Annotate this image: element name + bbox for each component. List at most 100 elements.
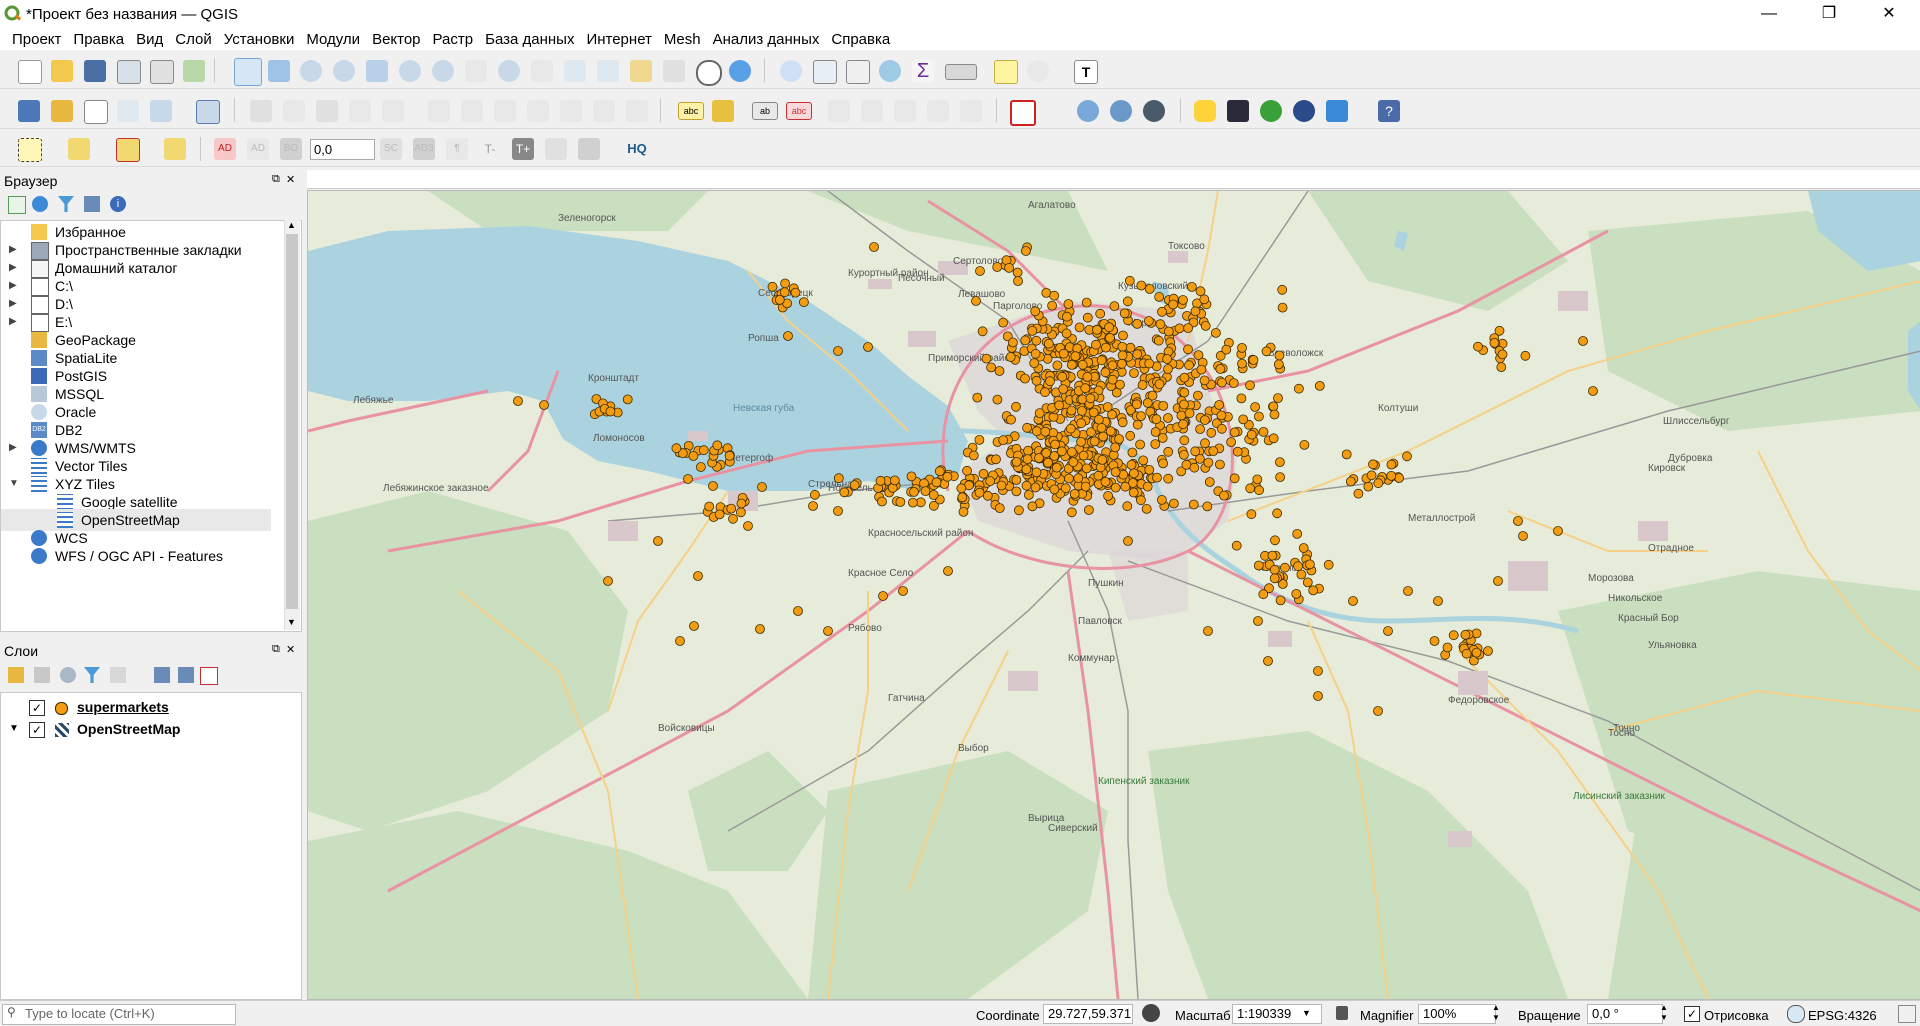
supermarket-point[interactable]	[1217, 423, 1227, 434]
supermarket-point[interactable]	[1089, 436, 1100, 447]
supermarket-point[interactable]	[1132, 318, 1143, 329]
supermarket-point[interactable]	[1006, 414, 1016, 425]
label-t-plus-button[interactable]: T+	[512, 138, 534, 160]
plugin-dark-icon[interactable]	[1227, 100, 1249, 122]
supermarket-point[interactable]	[975, 266, 985, 276]
supermarket-point[interactable]	[1305, 559, 1315, 570]
supermarket-point[interactable]	[1103, 490, 1113, 501]
supermarket-point[interactable]	[1144, 316, 1154, 326]
supermarket-point[interactable]	[1021, 246, 1031, 256]
supermarket-point[interactable]	[992, 262, 1003, 272]
label-t-minus-button[interactable]: T-	[479, 138, 501, 160]
supermarket-point[interactable]	[790, 287, 801, 298]
plugin-earth-icon[interactable]	[1293, 100, 1315, 122]
layer-diagram-icon[interactable]: ab	[752, 102, 778, 120]
supermarket-point[interactable]	[1081, 297, 1092, 308]
supermarket-point[interactable]	[1097, 454, 1108, 465]
extents-toggle-icon[interactable]	[1142, 1004, 1160, 1022]
annotation-icon[interactable]	[1027, 60, 1049, 82]
supermarket-point[interactable]	[675, 636, 685, 646]
supermarket-point[interactable]	[1084, 505, 1094, 515]
data-source-manager-icon[interactable]	[18, 100, 40, 122]
supermarket-point[interactable]	[1187, 282, 1197, 292]
supermarket-point[interactable]	[1125, 430, 1136, 441]
supermarket-point[interactable]	[1217, 377, 1227, 388]
supermarket-point[interactable]	[1061, 328, 1072, 339]
supermarket-point[interactable]	[1116, 358, 1127, 369]
supermarket-point[interactable]	[1263, 656, 1273, 666]
filter-legend-icon[interactable]	[84, 667, 100, 683]
supermarket-point[interactable]	[1189, 462, 1200, 473]
supermarket-point[interactable]	[1373, 706, 1383, 716]
supermarket-point[interactable]	[1138, 455, 1149, 466]
supermarket-point[interactable]	[1258, 426, 1269, 437]
supermarket-point[interactable]	[1029, 358, 1040, 369]
supermarket-point[interactable]	[1433, 596, 1443, 606]
layout-manager-icon[interactable]	[150, 60, 174, 84]
supermarket-point[interactable]	[1208, 446, 1219, 457]
supermarket-point[interactable]	[957, 492, 968, 503]
expand-all-icon[interactable]	[154, 667, 170, 683]
supermarket-point[interactable]	[1578, 336, 1588, 346]
supermarket-point[interactable]	[1013, 276, 1023, 286]
supermarket-point[interactable]	[704, 501, 715, 512]
magnifier-field[interactable]: 100%	[1418, 1004, 1496, 1024]
supermarket-point[interactable]	[1076, 436, 1086, 447]
supermarket-point[interactable]	[1150, 439, 1161, 450]
supermarket-point[interactable]	[1513, 516, 1523, 526]
supermarket-point[interactable]	[1117, 417, 1128, 428]
supermarket-point[interactable]	[1273, 393, 1283, 404]
menu-layer[interactable]: Слой	[169, 28, 217, 48]
supermarket-point[interactable]	[982, 490, 993, 501]
layer-row-openstreetmap[interactable]: ▼ ✓ OpenStreetMap	[1, 719, 299, 741]
supermarket-point[interactable]	[823, 626, 833, 636]
supermarket-point[interactable]	[1068, 457, 1079, 468]
new-3d-map-view-icon[interactable]	[597, 60, 619, 82]
supermarket-point[interactable]	[1252, 474, 1263, 485]
vertex-tool-icon[interactable]	[382, 100, 404, 122]
supermarket-point[interactable]	[1124, 275, 1135, 286]
cut-features-icon[interactable]	[494, 100, 516, 122]
menu-database[interactable]: База данных	[479, 28, 580, 48]
supermarket-point[interactable]	[934, 466, 945, 477]
supermarket-point[interactable]	[1178, 419, 1188, 430]
supermarket-point[interactable]	[1011, 401, 1021, 412]
supermarket-point[interactable]	[1493, 576, 1503, 586]
supermarket-point[interactable]	[1011, 486, 1022, 497]
supermarket-point[interactable]	[1096, 422, 1107, 433]
add-group-icon[interactable]	[34, 667, 50, 683]
crs-globe-icon[interactable]	[1787, 1005, 1805, 1023]
supermarket-point[interactable]	[849, 480, 860, 491]
change-label-icon[interactable]	[960, 100, 982, 122]
supermarket-point[interactable]	[1258, 589, 1269, 600]
supermarket-point[interactable]	[780, 278, 791, 289]
supermarket-point[interactable]	[1040, 426, 1051, 437]
supermarket-point[interactable]	[689, 621, 699, 631]
supermarket-point[interactable]	[1275, 457, 1285, 468]
supermarket-point[interactable]	[1008, 337, 1018, 348]
label-sc-button[interactable]: SC	[380, 138, 402, 160]
supermarket-point[interactable]	[1096, 355, 1107, 366]
supermarket-point[interactable]	[513, 396, 523, 406]
new-bookmark-icon[interactable]	[630, 60, 652, 82]
supermarket-point[interactable]	[1157, 494, 1167, 505]
supermarket-point[interactable]	[622, 394, 633, 405]
supermarket-point[interactable]	[1129, 468, 1139, 479]
supermarket-point[interactable]	[1402, 451, 1412, 462]
supermarket-point[interactable]	[958, 506, 969, 517]
attribute-table-icon[interactable]	[813, 60, 837, 84]
supermarket-point[interactable]	[1196, 364, 1207, 375]
zoom-native-icon[interactable]	[465, 60, 487, 82]
supermarket-point[interactable]	[1588, 386, 1598, 396]
supermarket-point[interactable]	[1323, 559, 1334, 570]
supermarket-point[interactable]	[1023, 445, 1033, 456]
supermarket-point[interactable]	[877, 496, 887, 507]
supermarket-point[interactable]	[1274, 350, 1285, 361]
supermarket-point[interactable]	[774, 295, 785, 305]
undo-icon[interactable]	[593, 100, 615, 122]
supermarket-point[interactable]	[875, 475, 886, 486]
modify-attributes-icon[interactable]	[428, 100, 450, 122]
supermarket-point[interactable]	[1497, 349, 1508, 360]
supermarket-point[interactable]	[1231, 540, 1242, 551]
supermarket-point[interactable]	[1273, 359, 1284, 370]
